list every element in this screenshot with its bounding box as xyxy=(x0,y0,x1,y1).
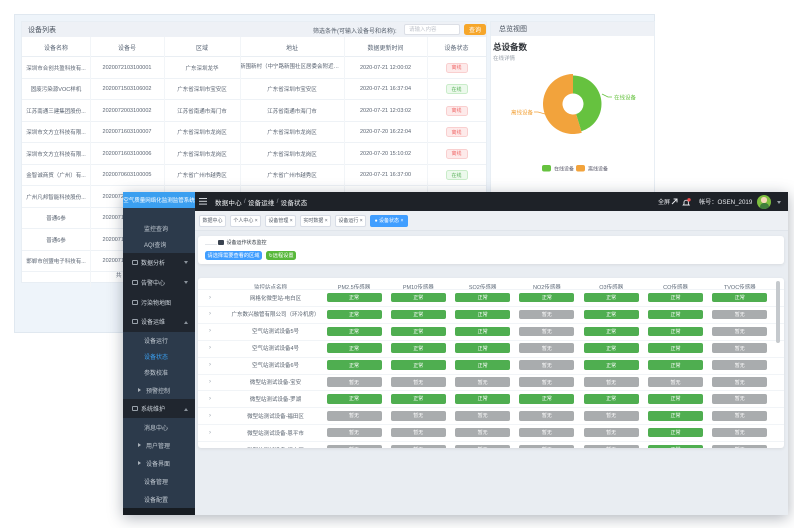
svg-text:离线设备: 离线设备 xyxy=(511,109,534,117)
svg-text:离线设备: 离线设备 xyxy=(588,166,608,173)
svg-text:在线设备: 在线设备 xyxy=(554,166,574,173)
svg-text:在线设备: 在线设备 xyxy=(614,94,637,102)
